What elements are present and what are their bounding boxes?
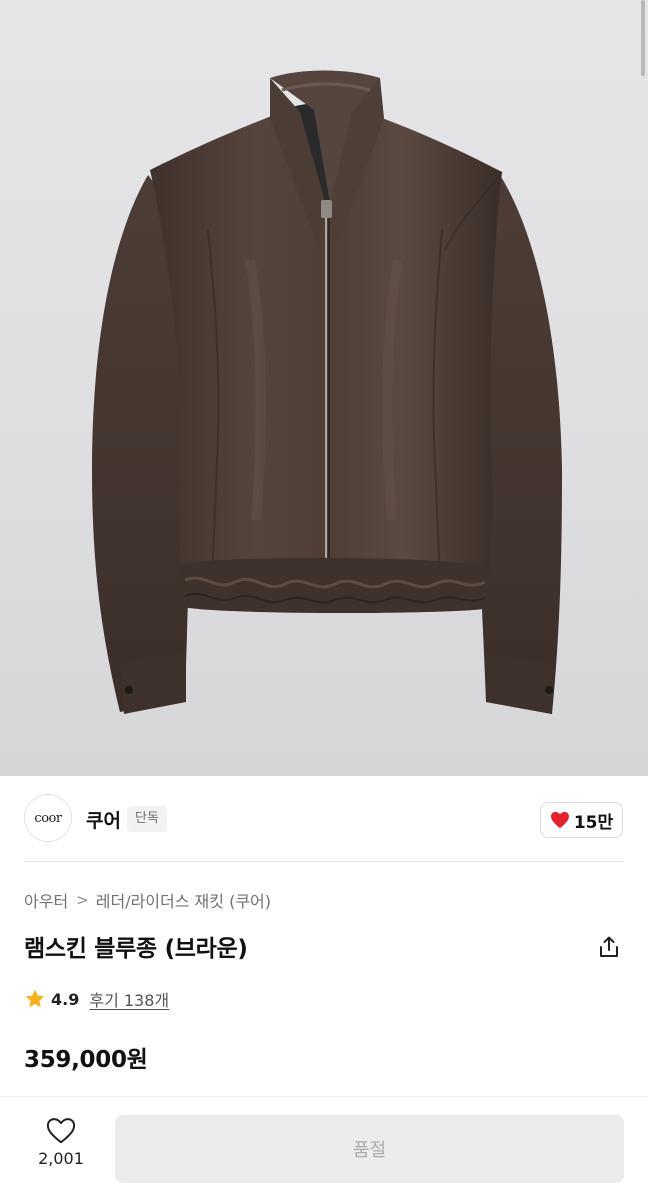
heart-icon xyxy=(550,811,569,829)
wishlist-count: 2,001 xyxy=(38,1149,84,1168)
product-title: 램스킨 블루종 (브라운) xyxy=(24,936,248,962)
heart-outline-icon xyxy=(46,1118,76,1144)
rating-score: 4.9 xyxy=(51,989,80,1009)
brand-row[interactable]: coor 쿠어 단독 15만 xyxy=(0,776,648,862)
breadcrumb: 아우터 > 레더/라이더스 재킷 (쿠어) xyxy=(24,888,271,912)
brand-logo[interactable]: coor xyxy=(24,794,72,842)
breadcrumb-subcategory[interactable]: 레더/라이더스 재킷 (쿠어) xyxy=(96,888,271,912)
wishlist-button[interactable]: 2,001 xyxy=(30,1117,92,1168)
exclusive-badge: 단독 xyxy=(127,806,167,832)
brand-logo-text: coor xyxy=(34,810,62,826)
bottom-action-bar: 2,001 품절 xyxy=(0,1096,648,1200)
image-scrollbar[interactable] xyxy=(641,0,645,76)
jacket-image xyxy=(92,70,562,714)
rating-row: 4.9 후기 138개 xyxy=(24,987,169,1011)
breadcrumb-category[interactable]: 아우터 xyxy=(24,888,68,912)
star-icon xyxy=(25,989,45,1008)
share-icon xyxy=(600,936,618,957)
sold-out-button[interactable]: 품절 xyxy=(115,1115,624,1183)
brand-name[interactable]: 쿠어 xyxy=(86,806,121,833)
review-count-link[interactable]: 후기 138개 xyxy=(89,987,169,1011)
breadcrumb-separator: > xyxy=(76,891,89,909)
product-image[interactable] xyxy=(0,0,648,776)
share-button[interactable] xyxy=(594,932,624,962)
brand-like-count: 15만 xyxy=(573,812,614,833)
brand-like-button[interactable]: 15만 xyxy=(540,802,623,838)
divider xyxy=(24,861,624,862)
product-price: 359,000원 xyxy=(24,1047,148,1073)
